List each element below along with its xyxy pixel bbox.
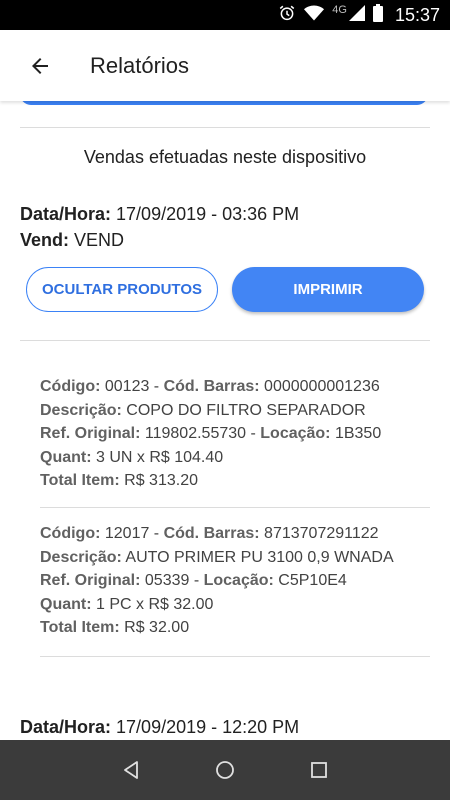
- product-item: Código: 12017 - Cód. Barras: 87137072911…: [40, 525, 394, 636]
- sale-datetime: Data/Hora: 17/09/2019 - 12:20 PM: [20, 717, 300, 737]
- hide-products-button[interactable]: OCULTAR PRODUTOS: [26, 267, 218, 312]
- product-item: Código: 00123 - Cód. Barras: 00000000012…: [40, 378, 382, 489]
- print-button[interactable]: IMPRIMIR: [232, 267, 424, 312]
- wifi-icon: [304, 5, 325, 26]
- divider: [20, 127, 430, 128]
- battery-icon: [372, 3, 383, 27]
- circle-home-icon: [216, 761, 234, 779]
- report-content[interactable]: Vendas efetuadas neste dispositivo Data/…: [0, 101, 450, 740]
- back-button[interactable]: [12, 38, 68, 94]
- network-type: 4G: [332, 4, 347, 16]
- alarm-icon: [278, 4, 296, 27]
- item-divider: [40, 656, 430, 657]
- app-bar: Relatórios: [0, 30, 450, 101]
- sale-vendor: Vend: VEND: [20, 230, 125, 250]
- sale-datetime: Data/Hora: 17/09/2019 - 03:36 PM: [20, 204, 300, 224]
- scrolled-button-edge[interactable]: [20, 101, 428, 105]
- item-divider: [40, 507, 430, 508]
- square-recents-icon: [311, 762, 327, 778]
- nav-back-button[interactable]: [111, 750, 151, 790]
- divider: [20, 340, 430, 341]
- status-bar: 4G 15:37: [0, 0, 450, 30]
- nav-home-button[interactable]: [205, 750, 245, 790]
- page-title: Relatórios: [90, 52, 190, 78]
- section-title: Vendas efetuadas neste dispositivo: [83, 147, 367, 167]
- triangle-back-icon: [124, 761, 138, 779]
- signal-icon: [348, 4, 365, 26]
- nav-recents-button[interactable]: [299, 750, 339, 790]
- clock-time: 15:37: [394, 4, 440, 25]
- system-nav-bar: [0, 740, 450, 800]
- arrow-left-icon: [32, 57, 48, 74]
